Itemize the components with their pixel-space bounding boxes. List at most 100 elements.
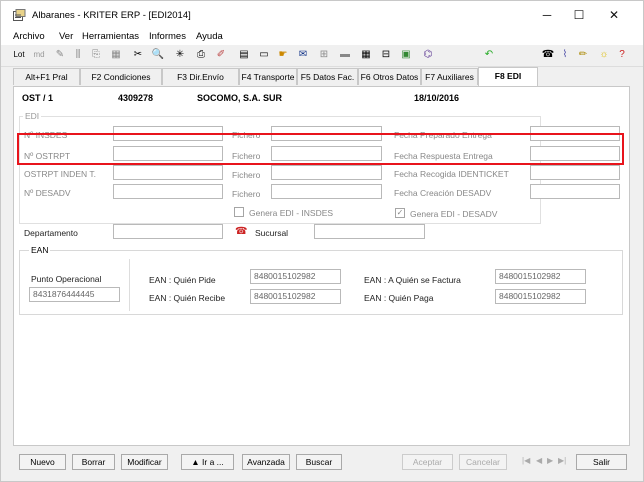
nav-next-icon[interactable]: ▶ (547, 456, 553, 465)
ostrpt-indent-input[interactable] (113, 165, 223, 180)
back-arrow-icon[interactable]: ↶ (482, 48, 496, 62)
buscar-button[interactable]: Buscar (296, 454, 342, 470)
tag-icon[interactable]: ⌬ (421, 48, 435, 62)
grid-icon[interactable]: ▦ (109, 48, 123, 62)
print-icon[interactable]: ⎙ (194, 48, 208, 62)
app-icon (13, 9, 26, 21)
borrar-button[interactable]: Borrar (72, 454, 115, 470)
desadv-fichero-input[interactable] (271, 184, 382, 199)
lightbulb-icon[interactable]: ☼ (597, 48, 611, 62)
md-button[interactable]: md (31, 48, 47, 62)
close-icon: ✕ (608, 8, 620, 22)
tree-icon[interactable]: ⊞ (317, 48, 331, 62)
nav-prev-icon[interactable]: ◀ (536, 456, 542, 465)
asterisk-icon[interactable]: ✳ (173, 48, 187, 62)
punto-operacional-label: Punto Operacional (31, 274, 102, 284)
paperclip-icon[interactable]: ⌇ (558, 48, 572, 62)
nav-last-icon[interactable]: ▶| (558, 456, 566, 465)
title-bar: Albaranes - KRITER ERP - [EDI2014] ─ ☐ ✕ (1, 1, 643, 29)
window-icon[interactable]: ▭ (257, 48, 271, 62)
lot-button[interactable]: Lot (11, 48, 27, 62)
hand-icon[interactable]: ☛ (276, 48, 290, 62)
menu-bar: Archivo Ver Herramientas Informes Ayuda (1, 29, 643, 45)
tab-datos-fac[interactable]: F5 Datos Fac. (297, 68, 358, 85)
paga-input[interactable]: 8480015102982 (495, 289, 586, 304)
ostrpt-indent-label: OSTRPT INDEN T. (24, 169, 96, 179)
toolbar: Lot md ✎ ⫼ ⎘ ▦ ✂ 🔍 ✳ ⎙ ✐ ▤ ▭ ☛ ✉ ⊞ ▬ ▦ ⊟… (1, 46, 643, 67)
tab-dir-envio[interactable]: F3 Dir.Envío (162, 68, 239, 85)
minimize-button[interactable]: ─ (532, 5, 562, 25)
salir-button[interactable]: Salir (576, 454, 627, 470)
mail-icon[interactable]: ✉ (296, 48, 310, 62)
tab-strip: Alt+F1 Pral F2 Condiciones F3 Dir.Envío … (13, 67, 633, 86)
application-window: Albaranes - KRITER ERP - [EDI2014] ─ ☐ ✕… (0, 0, 644, 482)
edit-icon[interactable]: ✎ (53, 48, 67, 62)
pencil-icon[interactable]: ✏ (576, 48, 590, 62)
menu-archivo[interactable]: Archivo (13, 31, 45, 42)
avanzada-button[interactable]: Avanzada (242, 454, 290, 470)
indent-fichero-label: Fichero (232, 170, 261, 180)
fecha-recogida-label: Fecha Recogida IDENTICKET (394, 169, 509, 179)
tools-icon[interactable]: ✐ (214, 48, 228, 62)
nuevo-button[interactable]: Nuevo (19, 454, 66, 470)
genera-desadv-checkbox[interactable]: ✓ (395, 208, 405, 218)
maximize-button[interactable]: ☐ (564, 5, 594, 25)
factura-input[interactable]: 8480015102982 (495, 269, 586, 284)
close-button[interactable]: ✕ (599, 5, 629, 25)
genera-desadv-label: Genera EDI - DESADV (410, 209, 498, 219)
aceptar-button[interactable]: Aceptar (402, 454, 453, 470)
indent-fichero-input[interactable] (271, 165, 382, 180)
desadv-input[interactable] (113, 184, 223, 199)
columns-icon[interactable]: ⫼ (71, 48, 85, 62)
modificar-button[interactable]: Modificar (121, 454, 168, 470)
minimize-icon: ─ (542, 8, 552, 22)
desadv-fichero-label: Fichero (232, 189, 261, 199)
maximize-icon: ☐ (573, 8, 585, 22)
genera-insdes-label: Genera EDI - INSDES (249, 208, 334, 218)
genera-insdes-checkbox[interactable] (234, 207, 244, 217)
menu-ver[interactable]: Ver (59, 31, 73, 42)
preview-icon[interactable]: 🔍 (151, 48, 165, 62)
ean-group-title: EAN (29, 245, 51, 255)
list-icon[interactable]: ▬ (338, 48, 352, 62)
calculator-icon[interactable]: ▦ (359, 48, 373, 62)
ean-divider (129, 259, 130, 311)
sucursal-label: Sucursal (255, 228, 289, 238)
edi-group-title: EDI (23, 111, 42, 121)
menu-ayuda[interactable]: Ayuda (196, 31, 223, 42)
record-number: 4309278 (118, 93, 154, 103)
record-date: 18/10/2016 (414, 93, 460, 103)
tab-transporte[interactable]: F4 Transporte (239, 68, 297, 85)
chart-icon[interactable]: ⊟ (379, 48, 393, 62)
tab-otros-datos[interactable]: F6 Otros Datos (358, 68, 421, 85)
quien-pide-input[interactable]: 8480015102982 (250, 269, 341, 284)
copy-icon[interactable]: ⎘ (89, 48, 103, 62)
paga-label: EAN : Quién Paga (364, 293, 434, 303)
sucursal-input[interactable] (314, 224, 425, 239)
menu-informes[interactable]: Informes (149, 31, 186, 42)
fecha-creacion-input[interactable] (530, 184, 620, 199)
tab-edi[interactable]: F8 EDI (478, 67, 538, 86)
quien-recibe-input[interactable]: 8480015102982 (250, 289, 341, 304)
tab-pral[interactable]: Alt+F1 Pral (13, 68, 80, 85)
factura-label: EAN : A Quién se Factura (364, 275, 461, 285)
departamento-label: Departamento (24, 228, 78, 238)
sucursal-icon[interactable]: ☎ (235, 226, 247, 237)
nav-first-icon[interactable]: |◀ (522, 456, 530, 465)
help-icon[interactable]: ? (615, 48, 629, 62)
punto-operacional-input[interactable]: 8431876444445 (29, 287, 120, 302)
cancelar-button[interactable]: Cancelar (459, 454, 507, 470)
tab-condiciones[interactable]: F2 Condiciones (80, 68, 162, 85)
record-company: SOCOMO, S.A. SUR (197, 93, 283, 103)
tab-auxiliares[interactable]: F7 Auxiliares (421, 68, 478, 85)
departamento-input[interactable] (113, 224, 223, 239)
fecha-recogida-input[interactable] (530, 165, 620, 180)
ir-a-button[interactable]: ▲ Ir a ... (181, 454, 234, 470)
attach-icon[interactable]: ✂ (131, 48, 145, 62)
fecha-creacion-label: Fecha Creación DESADV (394, 188, 492, 198)
export-icon[interactable]: ▣ (399, 48, 413, 62)
menu-herramientas[interactable]: Herramientas (82, 31, 139, 42)
form-icon[interactable]: ▤ (237, 48, 251, 62)
phone-icon[interactable]: ☎ (541, 48, 555, 62)
desadv-label: Nº DESADV (24, 188, 71, 198)
